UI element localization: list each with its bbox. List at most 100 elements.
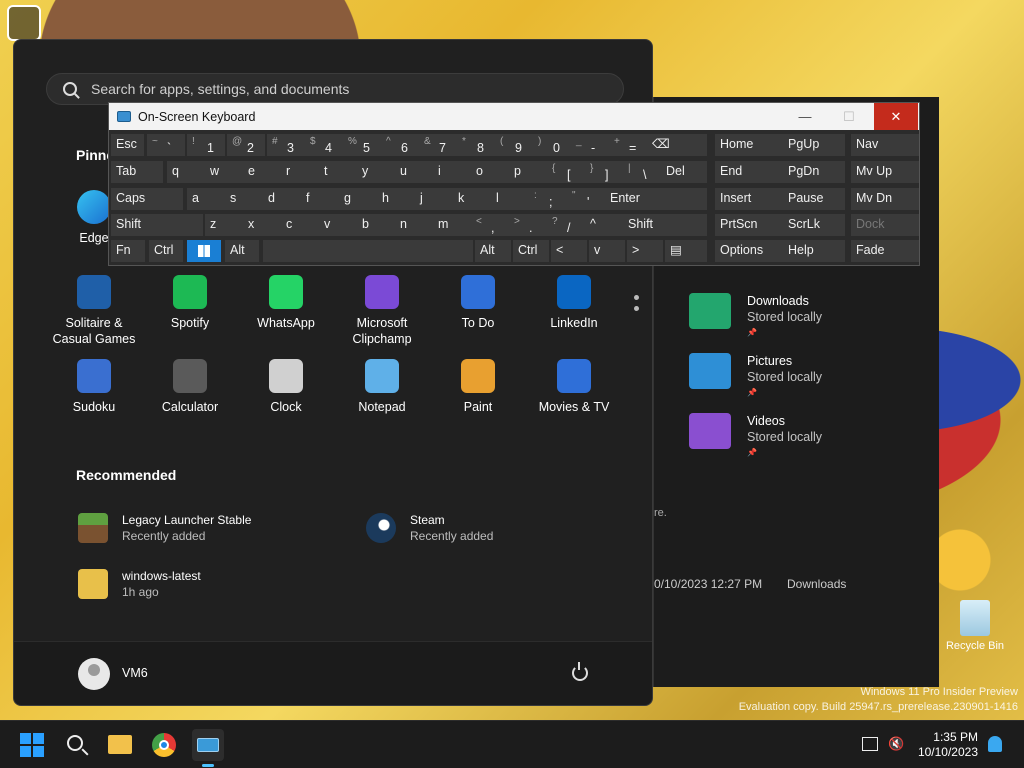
key[interactable]: u <box>395 161 433 183</box>
key[interactable]: PrtScn <box>715 214 785 236</box>
key[interactable]: h <box>377 188 415 210</box>
key[interactable]: + = <box>609 134 647 156</box>
key[interactable]: y <box>357 161 395 183</box>
pinned-app[interactable]: Paint <box>430 359 526 415</box>
key[interactable]: Tab <box>111 161 163 183</box>
key[interactable]: Enter <box>605 188 707 210</box>
key[interactable]: q <box>167 161 205 183</box>
key[interactable] <box>263 240 473 262</box>
key[interactable]: ▤ <box>665 240 707 262</box>
key[interactable]: Caps <box>111 188 183 210</box>
key[interactable]: ScrLk <box>783 214 845 236</box>
minimize-button[interactable]: — <box>782 103 828 130</box>
recommended-item[interactable]: windows-latest 1h ago <box>78 568 201 600</box>
key[interactable]: v <box>589 240 625 262</box>
search-button[interactable] <box>60 729 92 761</box>
key[interactable]: Home <box>715 134 785 156</box>
key[interactable]: Shift <box>623 214 707 236</box>
key[interactable]: i <box>433 161 471 183</box>
key[interactable]: s <box>225 188 263 210</box>
recommended-item[interactable]: Legacy Launcher Stable Recently added <box>78 512 251 544</box>
key[interactable]: o <box>471 161 509 183</box>
key[interactable]: t <box>319 161 357 183</box>
key[interactable]: $4 <box>305 134 343 156</box>
pinned-app[interactable]: To Do <box>430 275 526 331</box>
pinned-app[interactable]: Spotify <box>142 275 238 331</box>
key[interactable]: Esc <box>111 134 144 156</box>
key[interactable]: @2 <box>227 134 265 156</box>
quick-access-downloads[interactable]: Downloads Stored locally 📌 <box>689 293 822 341</box>
key[interactable]: Ctrl <box>513 240 549 262</box>
key[interactable]: j <box>415 188 453 210</box>
power-icon[interactable] <box>572 662 588 681</box>
pinned-app[interactable]: Movies & TV <box>526 359 622 415</box>
key[interactable]: PgUp <box>783 134 845 156</box>
key[interactable]: w <box>205 161 243 183</box>
key[interactable]: > <box>627 240 663 262</box>
pinned-app[interactable]: WhatsApp <box>238 275 334 331</box>
chrome-button[interactable] <box>148 729 180 761</box>
start-button[interactable] <box>16 729 48 761</box>
key[interactable]: Options <box>715 240 785 262</box>
key[interactable]: | \ <box>623 161 661 183</box>
pinned-app[interactable]: Calculator <box>142 359 238 415</box>
maximize-button[interactable]: ☐ <box>826 103 872 130</box>
quick-access-videos[interactable]: Videos Stored locally 📌 <box>689 413 822 461</box>
key[interactable]: <, <box>471 214 509 236</box>
pinned-app[interactable]: Microsoft Clipchamp <box>334 275 430 347</box>
network-icon[interactable] <box>862 737 878 751</box>
key[interactable]: Mv Up <box>851 161 919 183</box>
key[interactable]: b <box>357 214 395 236</box>
key[interactable]: ^ 6 <box>381 134 419 156</box>
key[interactable]: % 5 <box>343 134 381 156</box>
key[interactable]: e <box>243 161 281 183</box>
system-clock[interactable]: 1:35 PM 10/10/2023 <box>918 730 978 760</box>
key[interactable]: n <box>395 214 433 236</box>
user-name[interactable]: VM6 <box>122 666 148 680</box>
pinned-app[interactable]: LinkedIn <box>526 275 622 331</box>
pinned-app[interactable]: Solitaire & Casual Games <box>46 275 142 347</box>
key[interactable]: f <box>301 188 339 210</box>
key[interactable]: :; <box>529 188 567 210</box>
pinned-app[interactable]: Sudoku <box>46 359 142 415</box>
key[interactable]: PgDn <box>783 161 845 183</box>
key[interactable]: Help <box>783 240 845 262</box>
key[interactable]: v <box>319 214 357 236</box>
key[interactable]: Del <box>661 161 707 183</box>
key[interactable]: & 7 <box>419 134 457 156</box>
close-button[interactable]: ✕ <box>874 103 918 130</box>
key[interactable]: ) 0 <box>533 134 571 156</box>
key[interactable]: Mv Dn <box>851 188 919 210</box>
start-search-box[interactable]: Search for apps, settings, and documents <box>46 73 624 105</box>
key[interactable]: l <box>491 188 529 210</box>
notification-bell-icon[interactable] <box>988 736 1002 752</box>
osk-title-bar[interactable]: On-Screen Keyboard — ☐ ✕ <box>109 103 919 130</box>
key[interactable]: p <box>509 161 547 183</box>
key[interactable]: Pause <box>783 188 845 210</box>
osk-taskbar-button[interactable] <box>192 729 224 767</box>
key[interactable]: x <box>243 214 281 236</box>
key[interactable]: Alt <box>225 240 259 262</box>
key[interactable]: " ' <box>567 188 605 210</box>
key[interactable]: Alt <box>475 240 511 262</box>
key[interactable]: }] <box>585 161 623 183</box>
key[interactable]: ? / <box>547 214 585 236</box>
key[interactable]: Ctrl <box>149 240 183 262</box>
key[interactable]: d <box>263 188 301 210</box>
key[interactable]: z <box>205 214 243 236</box>
key[interactable]: r <box>281 161 319 183</box>
key[interactable]: ~ ` <box>147 134 185 156</box>
key[interactable]: (9 <box>495 134 533 156</box>
pinned-app[interactable]: Notepad <box>334 359 430 415</box>
key[interactable]: ^ <box>585 214 623 236</box>
key[interactable]: Insert <box>715 188 785 210</box>
user-avatar[interactable] <box>78 658 110 690</box>
key[interactable]: * 8 <box>457 134 495 156</box>
key[interactable]: c <box>281 214 319 236</box>
key[interactable]: End <box>715 161 785 183</box>
key[interactable]: Dock <box>851 214 919 236</box>
key[interactable]: m <box>433 214 471 236</box>
key[interactable]: ! 1 <box>187 134 225 156</box>
key[interactable]: _ - <box>571 134 609 156</box>
windows-key[interactable] <box>187 240 221 262</box>
